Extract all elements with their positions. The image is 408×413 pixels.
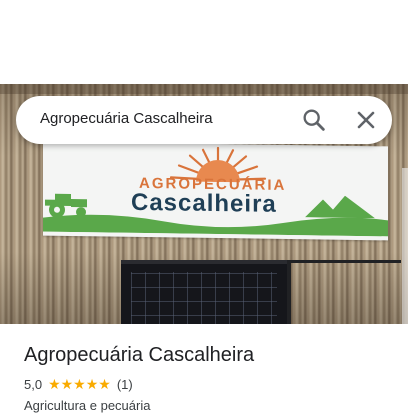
place-category: Agricultura e pecuária	[24, 398, 151, 413]
search-bar[interactable]: Agropecuária Cascalheira	[16, 96, 392, 144]
search-input[interactable]: Agropecuária Cascalheira	[40, 110, 213, 127]
close-button[interactable]	[352, 106, 380, 134]
right-edge-strip	[402, 168, 408, 324]
place-title: Agropecuária Cascalheira	[24, 344, 255, 366]
close-icon	[357, 111, 375, 129]
top-blank-area	[0, 0, 408, 84]
review-count[interactable]: (1)	[117, 377, 133, 392]
metal-pole	[287, 260, 291, 324]
metal-rail	[291, 260, 401, 263]
star-rating-icon: ★★★★★	[48, 376, 111, 392]
search-icon	[303, 109, 325, 131]
place-info-panel: Agropecuária Cascalheira 5,0 ★★★★★ (1) A…	[0, 324, 408, 413]
rating-value: 5,0	[24, 377, 43, 392]
rating-row[interactable]: 5,0 ★★★★★ (1)	[24, 376, 133, 393]
search-button[interactable]	[300, 106, 328, 134]
shed-door	[121, 260, 287, 324]
green-wave	[43, 214, 388, 237]
door-grille	[131, 272, 277, 324]
store-banner: AGROPECUÁRIA Cascalheira	[43, 141, 388, 241]
roof-edge	[0, 84, 408, 94]
